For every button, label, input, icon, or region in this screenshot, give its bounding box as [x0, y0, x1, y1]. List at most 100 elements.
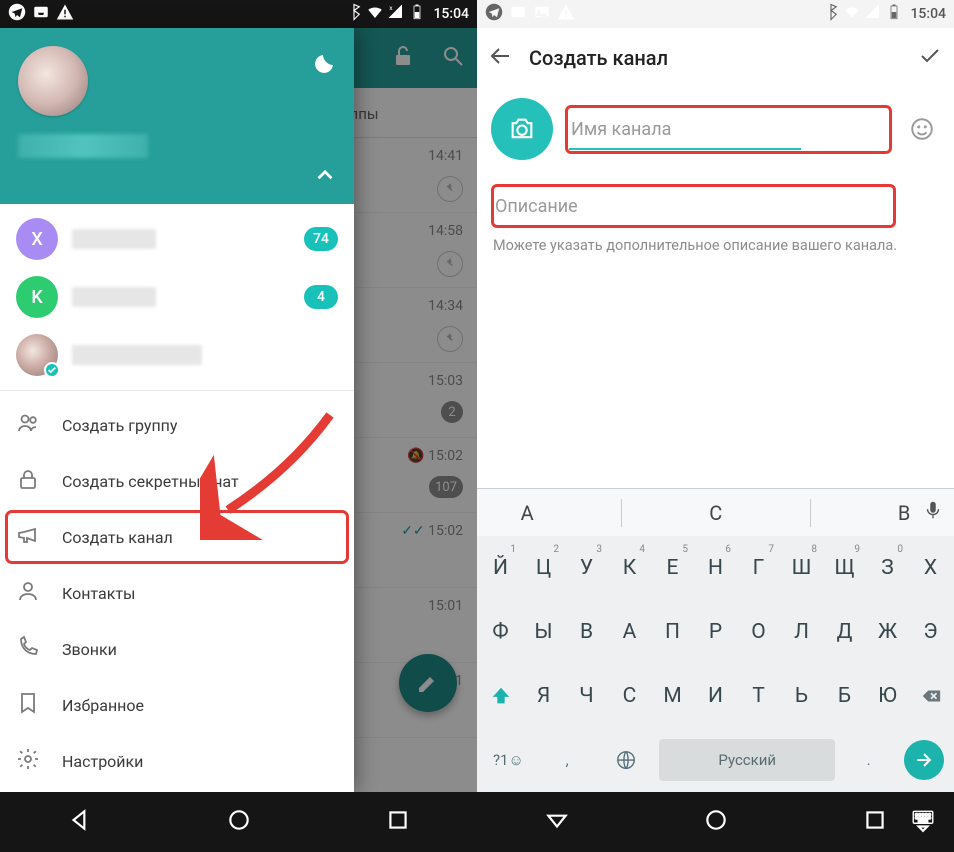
key-Ь[interactable]: Ь	[780, 670, 823, 722]
key-Ц[interactable]: Ц2	[522, 542, 565, 594]
key-К[interactable]: К4	[608, 542, 651, 594]
menu-create-channel[interactable]: Создать канал	[6, 511, 348, 563]
account-name-blurred	[72, 229, 156, 249]
shift-key[interactable]	[479, 670, 522, 722]
suggestion[interactable]: С	[709, 501, 722, 525]
collapse-accounts-chevron-icon[interactable]	[312, 162, 338, 192]
suggestion[interactable]: В	[898, 501, 910, 525]
enter-key[interactable]	[904, 740, 944, 780]
channel-name-input[interactable]	[569, 109, 801, 150]
backspace-key[interactable]	[909, 670, 952, 722]
hide-keyboard-button[interactable]	[910, 807, 936, 837]
android-nav-bar	[477, 792, 954, 852]
wifi-icon	[366, 3, 384, 25]
account-row[interactable]: X 74	[0, 210, 354, 268]
key-Р[interactable]: Р	[694, 606, 737, 658]
key-Ы[interactable]: Ы	[522, 606, 565, 658]
suggestion[interactable]: А	[521, 501, 534, 525]
key-Х[interactable]: Х	[909, 542, 952, 594]
key-Ф[interactable]: Ф	[479, 606, 522, 658]
key-З[interactable]: З0	[866, 542, 909, 594]
key-П[interactable]: П	[651, 606, 694, 658]
key-Э[interactable]: Э	[909, 606, 952, 658]
key-В[interactable]: В	[565, 606, 608, 658]
mic-icon[interactable]	[922, 499, 944, 526]
gear-icon	[16, 747, 40, 775]
channel-photo-button[interactable]	[491, 98, 553, 160]
key-Е[interactable]: Е5	[651, 542, 694, 594]
account-name-blurred	[72, 287, 156, 307]
android-nav-bar	[0, 792, 477, 852]
key-Й[interactable]: Й1	[479, 542, 522, 594]
nav-back-button[interactable]	[67, 807, 93, 837]
channel-description-input[interactable]	[493, 186, 894, 226]
bluetooth-icon	[822, 3, 840, 25]
language-key[interactable]	[596, 734, 655, 786]
nav-drawer: X 74 K 4	[0, 28, 354, 792]
key-Б[interactable]: Б	[823, 670, 866, 722]
night-mode-toggle[interactable]	[312, 52, 336, 80]
statusbar: 15:04	[477, 0, 954, 28]
key-Ш[interactable]: Ш8	[780, 542, 823, 594]
key-Г[interactable]: Г7	[737, 542, 780, 594]
menu-contacts[interactable]: Контакты	[0, 565, 354, 621]
menu-label: Избранное	[62, 696, 144, 715]
nav-home-button[interactable]	[226, 807, 252, 837]
key-Т[interactable]: Т	[737, 670, 780, 722]
battery-icon	[408, 3, 426, 25]
warning-icon	[557, 3, 575, 25]
account-row[interactable]	[0, 326, 354, 384]
key-У[interactable]: У3	[565, 542, 608, 594]
menu-label: Создать канал	[62, 528, 173, 547]
key-А[interactable]: А	[608, 606, 651, 658]
confirm-check-button[interactable]	[918, 44, 942, 72]
emoji-button[interactable]	[904, 116, 940, 142]
symbols-key[interactable]: ?1☺	[479, 734, 538, 786]
menu-label: Создать группу	[62, 416, 177, 435]
soft-keyboard: А С В Й1Ц2У3К4Е5Н6Г7Ш8Щ9З0Х ФЫВАПРОЛДЖЭ …	[477, 488, 954, 792]
back-arrow-button[interactable]	[489, 44, 513, 72]
bookmark-icon	[16, 691, 40, 719]
key-Ж[interactable]: Ж	[866, 606, 909, 658]
key-И[interactable]: И	[694, 670, 737, 722]
signal-icon: x	[387, 3, 405, 25]
key-О[interactable]: О	[737, 606, 780, 658]
menu-label: Создать секретный чат	[62, 472, 239, 491]
period-key[interactable]: .	[839, 734, 898, 786]
warning-icon	[56, 3, 74, 25]
description-hint-text: Можете указать дополнительное описание в…	[477, 226, 954, 256]
comma-key[interactable]: ,	[538, 734, 597, 786]
menu-settings[interactable]: Настройки	[0, 733, 354, 789]
key-Н[interactable]: Н6	[694, 542, 737, 594]
menu-create-secret-chat[interactable]: Создать секретный чат	[0, 453, 354, 509]
nav-back-button[interactable]	[544, 807, 570, 837]
inbox-icon	[32, 3, 50, 25]
current-user-avatar[interactable]	[18, 46, 88, 116]
menu-label: Звонки	[62, 640, 117, 659]
key-Ч[interactable]: Ч	[565, 670, 608, 722]
account-row[interactable]: K 4	[0, 268, 354, 326]
key-М[interactable]: М	[651, 670, 694, 722]
header-title: Создать канал	[529, 46, 902, 70]
space-key[interactable]: Русский	[659, 739, 835, 781]
phone-right-create-channel: 15:04 Создать канал Можете указать допо	[477, 0, 954, 852]
menu-create-group[interactable]: Создать группу	[0, 397, 354, 453]
key-Л[interactable]: Л	[780, 606, 823, 658]
key-С[interactable]: С	[608, 670, 651, 722]
nav-recents-button[interactable]	[862, 807, 888, 837]
key-Д[interactable]: Д	[823, 606, 866, 658]
lock-icon	[16, 467, 40, 495]
key-Ю[interactable]: Ю	[866, 670, 909, 722]
current-user-name-blurred	[18, 134, 148, 158]
nav-recents-button[interactable]	[385, 807, 411, 837]
nav-home-button[interactable]	[703, 807, 729, 837]
key-Я[interactable]: Я	[522, 670, 565, 722]
status-time: 15:04	[910, 6, 946, 22]
battery-icon	[885, 3, 903, 25]
app-header: Создать канал	[477, 28, 954, 88]
key-Щ[interactable]: Щ9	[823, 542, 866, 594]
menu-favorites[interactable]: Избранное	[0, 677, 354, 733]
menu-calls[interactable]: Звонки	[0, 621, 354, 677]
person-icon	[16, 579, 40, 607]
menu-label: Настройки	[62, 752, 143, 771]
